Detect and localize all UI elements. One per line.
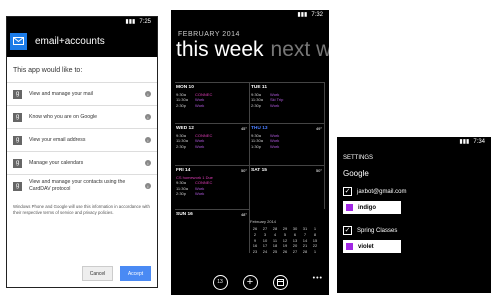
day-cell[interactable]: TUE 11 9:30a Work 11:30a Ski Trip 2:30p Wor…: [250, 82, 325, 123]
event[interactable]: 2:30p Work: [251, 103, 324, 108]
day-cell[interactable]: WED 12 45° 9:30a CONNEC 11:30a Work 2:30p W…: [175, 123, 250, 165]
mini-month-title: February 2014: [250, 219, 277, 224]
google-icon: g: [13, 135, 22, 145]
google-icon: g: [13, 181, 22, 191]
google-icon: g: [13, 158, 22, 168]
accept-button[interactable]: Accept: [120, 266, 151, 281]
permission-label: Manage your calendars: [29, 159, 84, 166]
color-name: indigo: [358, 204, 376, 211]
page-title: SETTINGS: [343, 155, 374, 161]
permission-item[interactable]: g View your email address i: [7, 128, 157, 151]
day-cell[interactable]: MON 10 9:30a CONNEC 11:30a Work 2:30p Work: [175, 82, 250, 123]
signal-icon: ▮▮▮: [125, 19, 136, 25]
temperature: 45°: [240, 126, 247, 131]
permission-label: Know who you are on Google: [29, 113, 98, 120]
settings-screen: ▮▮▮ 7:34 SETTINGS Google ✓ jaxbot@gmail.…: [337, 137, 491, 293]
day-label: THU 13: [251, 126, 268, 131]
permission-dialog: This app would like to: g View and manag…: [7, 57, 157, 287]
dialog-buttons: Cancel Accept: [82, 266, 151, 281]
section-header: Google: [343, 169, 369, 178]
day-cell-today[interactable]: THU 13 49° 9:30a Work 11:30a Work 1:30p Wor…: [250, 123, 325, 165]
day-label: WED 12: [176, 126, 194, 131]
permission-item[interactable]: g View and manage your mail i: [7, 82, 157, 105]
day-label: SUN 16: [176, 212, 193, 217]
temperature: 49°: [315, 126, 322, 131]
account-label: Spring Classes: [357, 227, 398, 234]
info-icon[interactable]: i: [145, 137, 151, 143]
today-button[interactable]: 13: [212, 274, 228, 290]
event[interactable]: 2:30p Work: [176, 103, 249, 108]
account-checkbox-row[interactable]: ✓ jaxbot@gmail.com: [343, 187, 491, 196]
status-time: 7:34: [473, 138, 485, 145]
color-swatch: [346, 204, 353, 211]
permission-label: View and manage your mail: [29, 90, 93, 97]
calendar-screen: ▮▮▮ 7:32 FEBRUARY 2014 this week next w M…: [171, 10, 329, 295]
signal-icon: ▮▮▮: [459, 139, 470, 145]
status-bar: ▮▮▮ 7:32: [171, 10, 329, 19]
color-swatch: [346, 243, 353, 250]
pivot-header: this week next w: [176, 38, 329, 62]
event[interactable]: 1:30p Work: [251, 144, 324, 149]
mail-icon: [10, 32, 27, 50]
info-icon[interactable]: i: [145, 160, 151, 166]
day-label: TUE 11: [251, 85, 267, 90]
mini-month[interactable]: February 2014 26 27 28 29 30 31 1 2345678 9 10 1…: [250, 219, 320, 255]
permission-item[interactable]: g Manage your calendars i: [7, 151, 157, 174]
day-label: MON 10: [176, 85, 194, 90]
account-checkbox-row[interactable]: ✓ Spring Classes: [343, 226, 491, 235]
permission-label: View and manage your contacts using the …: [29, 179, 126, 192]
checkbox[interactable]: ✓: [343, 226, 352, 235]
status-time: 7:32: [311, 11, 323, 18]
google-icon: g: [13, 112, 22, 122]
info-icon[interactable]: i: [145, 91, 151, 97]
temperature: 50°: [240, 168, 247, 173]
color-name: violet: [358, 243, 374, 250]
account-label: jaxbot@gmail.com: [357, 188, 407, 195]
event[interactable]: 2:30p Work: [176, 144, 249, 149]
color-picker[interactable]: indigo: [343, 201, 401, 214]
more-menu-icon[interactable]: •••: [313, 275, 323, 282]
cancel-button[interactable]: Cancel: [82, 266, 113, 281]
status-bar: ▮▮▮ 7:34: [337, 137, 491, 146]
disclaimer-text: Windows Phone and Google will use this i…: [13, 204, 150, 215]
day-label: FRI 14: [176, 168, 191, 173]
permission-item[interactable]: g Know who you are on Google i: [7, 105, 157, 128]
info-icon[interactable]: i: [145, 183, 151, 189]
app-header: email+accounts: [7, 26, 157, 56]
header-title: email+accounts: [35, 35, 105, 47]
event[interactable]: 2:30p Work: [176, 191, 249, 196]
day-cell[interactable]: FRI 14 50° CS homework 1 Due 9:30a CONNEC…: [175, 165, 250, 209]
checkbox[interactable]: ✓: [343, 187, 352, 196]
signal-icon: ▮▮▮: [297, 12, 308, 18]
temperature: 50°: [315, 168, 322, 173]
app-bar: 13 +: [171, 269, 329, 295]
info-icon[interactable]: i: [145, 114, 151, 120]
month-label: FEBRUARY 2014: [178, 31, 240, 38]
permission-item[interactable]: g View and manage your contacts using th…: [7, 174, 157, 197]
status-time: 7:25: [139, 18, 151, 25]
status-bar: ▮▮▮ 7:25: [7, 17, 157, 26]
permission-lead: This app would like to:: [13, 67, 83, 74]
color-picker[interactable]: violet: [343, 240, 401, 253]
calendar-view-icon[interactable]: [272, 274, 288, 290]
day-cell[interactable]: SAT 15 50°: [250, 165, 325, 209]
add-event-button[interactable]: +: [242, 274, 258, 290]
day-cell[interactable]: SUN 16 48°: [175, 209, 250, 253]
day-label: SAT 15: [251, 168, 267, 173]
temperature: 48°: [240, 212, 247, 217]
permission-label: View your email address: [29, 136, 86, 143]
email-accounts-screen: ▮▮▮ 7:25 email+accounts This app would l…: [6, 16, 158, 288]
google-icon: g: [13, 89, 22, 99]
mini-month-row: 23 24 25 26 27 28 1: [252, 249, 317, 255]
pivot-next-week[interactable]: next w: [271, 38, 329, 61]
pivot-this-week[interactable]: this week: [176, 38, 264, 61]
